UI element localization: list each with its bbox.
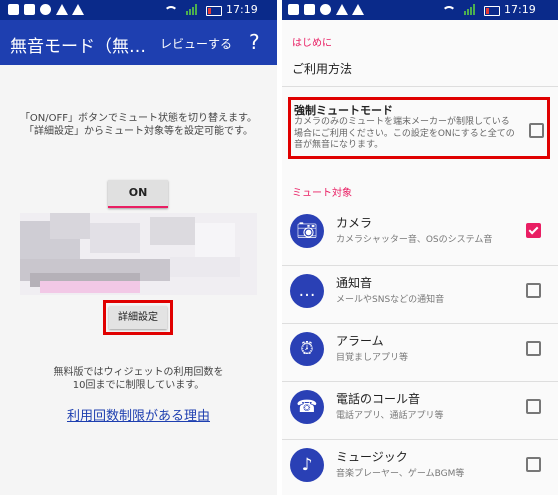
status-bar: 17:19 [282,0,558,20]
force-mute-title: 強制ミュートモード [294,104,393,117]
status-bar: 17:19 [0,0,277,20]
detail-settings-highlight: 詳細設定 [103,300,173,335]
notification-icon [288,4,299,15]
image-icon [304,4,315,15]
mute-target-notification[interactable]: … 通知音 メールやSNSなどの通知音 [282,266,558,322]
review-button[interactable]: レビューする [160,35,232,52]
notification-icon [8,4,19,15]
help-button[interactable]: ? [249,30,260,54]
on-off-button[interactable]: ON [108,180,168,208]
app-title: 無音モード（無… [10,37,146,57]
section-header-intro: はじめに [292,38,332,49]
pixelated-image [20,213,257,295]
alarm-clock-icon: ⏰︎ [290,332,324,366]
limit-line: 10回までに制限しています。 [72,380,205,391]
force-mute-description: カメラのみのミュートを端末メーカーが制限している場合にご利用ください。この設定を… [294,117,515,150]
music-note-icon: ♪ [290,448,324,482]
mute-target-camera[interactable]: 📷︎ カメラ カメラシャッター音、OSのシステム音 [282,206,558,262]
settings-icon [320,4,331,15]
main-screen: 17:19 無音モード（無… レビューする ? 「ON/OFF」ボタンでミュート… [0,0,277,495]
camera-checkbox[interactable] [526,223,541,238]
target-title: 電話のコール音 [336,392,421,406]
image-icon [24,4,35,15]
target-subtitle: 音楽プレーヤー、ゲームBGM等 [336,469,465,479]
chat-bubble-icon: … [290,274,324,308]
warning-icon [72,4,84,15]
force-mute-highlight: 強制ミュートモード カメラのみのミュートを端末メーカーが制限している場合にご利用… [288,97,550,159]
phone-ring-icon: ☎︎ [290,390,324,424]
camera-icon: 📷︎ [290,214,324,248]
target-title: ミュージック [336,450,408,464]
section-header-targets: ミュート対象 [292,188,352,199]
target-title: アラーム [336,334,384,348]
target-subtitle: カメラシャッター音、OSのシステム音 [336,235,493,245]
settings-screen: 17:19 はじめに ご利用方法 強制ミュートモード カメラのみのミュートを端末… [282,0,558,495]
target-subtitle: 目覚ましアプリ等 [336,353,409,363]
description-line: 「詳細設定」からミュート対象等を設定可能です。 [24,126,253,137]
warning-icon [336,4,348,15]
status-time: 17:19 [504,3,536,16]
mute-target-ringtone[interactable]: ☎︎ 電話のコール音 電話アプリ、通話アプリ等 [282,382,558,438]
signal-icon [464,4,475,15]
description-line: 「ON/OFF」ボタンでミュート状態を切り替えます。 [19,113,258,124]
usage-item[interactable]: ご利用方法 [292,60,352,77]
signal-icon [186,4,197,15]
limit-text: 無料版ではウィジェットの利用回数を 10回までに制限しています。 [0,366,277,392]
alarm-checkbox[interactable] [526,341,541,356]
description: 「ON/OFF」ボタンでミュート状態を切り替えます。 「詳細設定」からミュート対… [0,112,277,138]
target-subtitle: 電話アプリ、通話アプリ等 [336,411,444,421]
wifi-icon [442,6,456,15]
warning-icon [56,4,68,15]
ringtone-checkbox[interactable] [526,399,541,414]
status-time: 17:19 [226,3,258,16]
notification-checkbox[interactable] [526,283,541,298]
battery-icon [206,6,222,16]
music-checkbox[interactable] [526,457,541,472]
target-title: カメラ [336,216,373,230]
target-subtitle: メールやSNSなどの通知音 [336,295,445,305]
target-title: 通知音 [336,276,373,290]
battery-icon [484,6,500,16]
settings-icon [40,4,51,15]
divider-line [282,86,558,87]
limit-line: 無料版ではウィジェットの利用回数を [53,367,224,378]
limit-reason-link[interactable]: 利用回数制限がある理由 [0,405,277,424]
mute-target-alarm[interactable]: ⏰︎ アラーム 目覚ましアプリ等 [282,324,558,380]
warning-icon [352,4,364,15]
force-mute-checkbox[interactable] [529,123,544,138]
app-bar: 無音モード（無… レビューする ? [0,20,277,65]
mute-target-music[interactable]: ♪ ミュージック 音楽プレーヤー、ゲームBGM等 [282,440,558,495]
wifi-icon [164,6,178,15]
detail-settings-button[interactable]: 詳細設定 [109,306,167,329]
